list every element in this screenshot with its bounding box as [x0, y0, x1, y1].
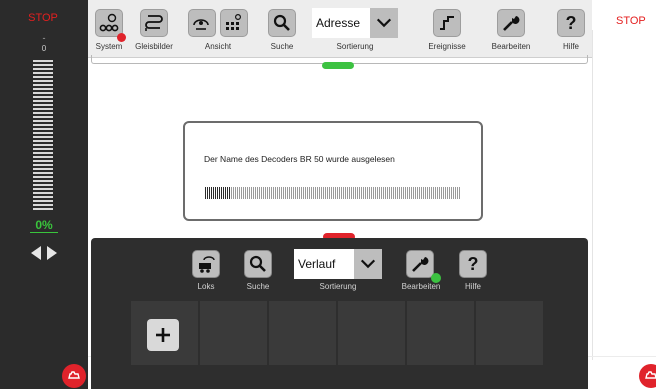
search-label: Suche — [270, 42, 294, 51]
chevron-down-icon — [376, 18, 392, 28]
wrench-icon — [503, 16, 520, 31]
loco-slot-row — [131, 301, 543, 365]
events-label: Ereignisse — [428, 42, 466, 51]
layouts-label: Gleisbilder — [135, 42, 173, 51]
sort-label: Sortierung — [336, 42, 374, 51]
drawer-sort-value: Verlauf — [298, 257, 336, 271]
locos-label: Loks — [197, 282, 215, 291]
loco-slot[interactable] — [476, 301, 543, 365]
help-icon: ? — [467, 253, 479, 274]
drawer-search-button[interactable] — [244, 250, 272, 278]
drawer-help-button[interactable]: ? — [459, 250, 487, 278]
drawer-help-label: Hilfe — [464, 282, 481, 291]
events-icon — [440, 16, 454, 30]
dialog-message: Der Name des Decoders BR 50 wurde ausgel… — [204, 154, 395, 164]
speed-value: 0 — [41, 44, 47, 53]
events-button[interactable] — [433, 9, 461, 37]
loco-slot[interactable] — [407, 301, 474, 365]
stop-button-icon[interactable] — [62, 364, 86, 388]
drawer-edit-label: Bearbeiten — [401, 282, 441, 291]
locos-button[interactable] — [192, 250, 220, 278]
decoder-read-dialog: Der Name des Decoders BR 50 wurde ausgel… — [183, 121, 483, 221]
system-alert-dot — [117, 33, 126, 42]
drawer-sort-dropdown-button[interactable] — [354, 249, 382, 279]
toolbar-drawer-handle[interactable] — [322, 62, 354, 69]
add-loco-button[interactable] — [147, 319, 179, 351]
drawer-sort-select[interactable]: Verlauf — [294, 249, 382, 279]
right-stop-button-icon[interactable] — [639, 364, 656, 388]
sort-select[interactable]: Adresse — [312, 8, 398, 38]
stop-label[interactable]: STOP — [20, 12, 66, 24]
speed-slider[interactable] — [33, 60, 53, 212]
layouts-icon — [145, 15, 163, 31]
system-label: System — [95, 42, 123, 51]
loco-icon — [199, 256, 215, 273]
speed-dash: - — [42, 33, 46, 43]
search-button[interactable] — [268, 9, 296, 37]
view-label: Ansicht — [204, 42, 232, 51]
view-button-locos[interactable] — [188, 9, 216, 37]
keyboard-icon — [226, 13, 242, 30]
loco-slot[interactable] — [338, 301, 405, 365]
loco-slot[interactable] — [200, 301, 267, 365]
right-stop-label[interactable]: STOP — [616, 15, 646, 27]
search-icon — [273, 14, 290, 31]
wrench-icon — [412, 257, 429, 272]
view-button-keyboard[interactable] — [220, 9, 248, 37]
chevron-down-icon — [360, 259, 376, 269]
throttle-panel: STOP - 0 0% — [0, 0, 88, 389]
edit-button[interactable] — [497, 9, 525, 37]
sort-dropdown-button[interactable] — [370, 8, 398, 38]
drawer-sort-label: Sortierung — [319, 282, 357, 291]
speed-indicator — [30, 232, 58, 233]
system-icon — [99, 13, 119, 32]
right-divider — [592, 30, 593, 360]
view-icon — [193, 19, 209, 30]
help-label: Hilfe — [562, 42, 579, 51]
help-icon: ? — [565, 12, 577, 33]
drawer-edit-button[interactable] — [406, 250, 434, 278]
plus-icon — [156, 328, 170, 342]
help-button[interactable]: ? — [557, 9, 585, 37]
speed-percent: 0% — [35, 218, 53, 232]
search-icon — [249, 255, 266, 272]
drawer-search-label: Suche — [246, 282, 270, 291]
direction-toggle-icon[interactable] — [31, 246, 57, 260]
sort-value: Adresse — [316, 16, 361, 30]
edit-label: Bearbeiten — [491, 42, 531, 51]
loco-slot[interactable] — [269, 301, 336, 365]
dialog-progress-fill — [205, 187, 231, 199]
dialog-progress-bar — [205, 187, 461, 199]
layouts-button[interactable] — [140, 9, 168, 37]
